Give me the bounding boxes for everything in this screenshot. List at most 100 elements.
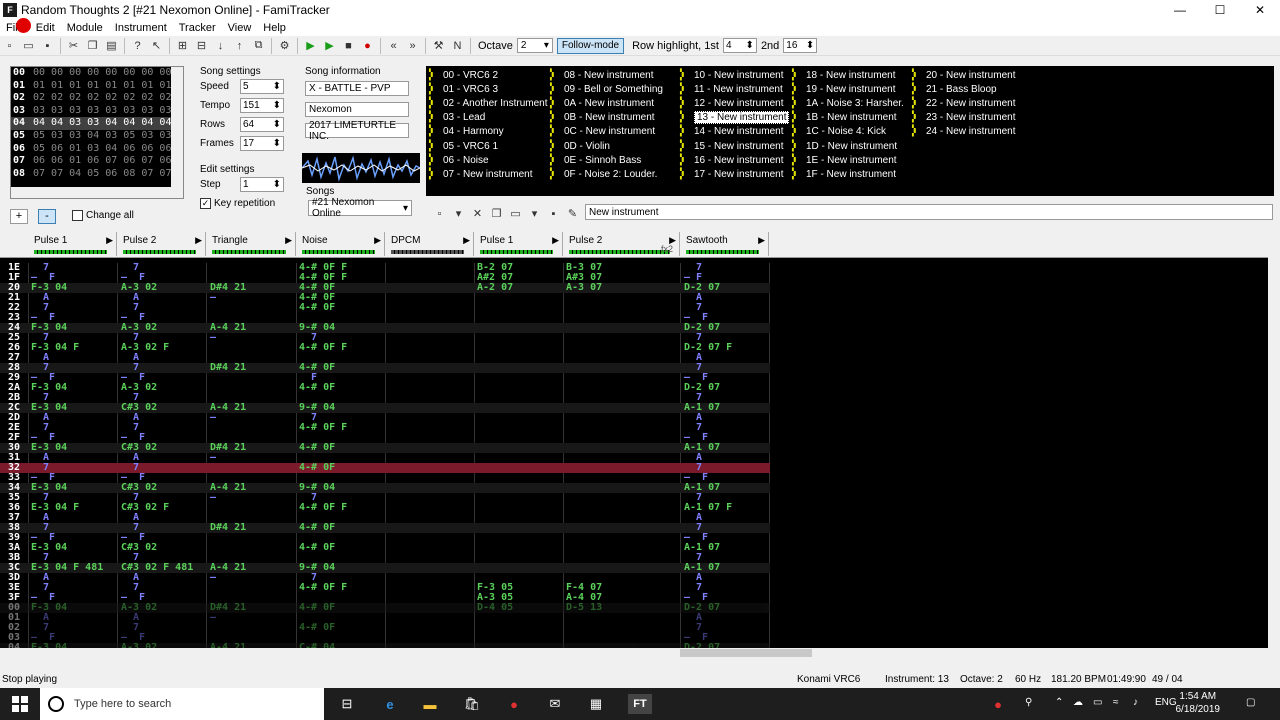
tray-app-icon[interactable]: ● — [988, 694, 1008, 714]
frame-row[interactable]: 04 04 04 03 03 04 04 04 04 — [11, 117, 183, 130]
pattern-cell[interactable]: 4-# 0F — [299, 383, 335, 393]
minimize-button[interactable]: — — [1160, 0, 1200, 20]
pattern-row[interactable]: 3D A A — 7 A — [0, 573, 770, 583]
pattern-row[interactable]: 26 F-3 04 F A-3 02 F 4-# 0F F D-2 07 F — [0, 343, 770, 353]
instrument-item[interactable]: ▚ ▞ 07 - New instrument — [429, 167, 532, 181]
instrument-item[interactable]: ▚ ▞ 1A - Noise 3: Harsher. — [792, 96, 904, 110]
pattern-row[interactable]: 00 F-3 04 A-3 02 D#4 21 4-# 0F D-4 05 D-5 13 D-… — [0, 603, 770, 613]
instrument-item[interactable]: ▚ ▞ 12 - New instrument — [680, 96, 783, 110]
export-nsf-icon[interactable]: N — [449, 37, 466, 54]
famitracker-taskbar-icon[interactable]: FT — [628, 694, 652, 714]
pattern-cell[interactable]: 4-# 0F — [299, 543, 335, 553]
frame-row[interactable]: 00 00 00 00 00 00 00 00 00 — [11, 67, 183, 80]
frames-spinner[interactable]: 17 ⬍ — [240, 136, 284, 151]
file-explorer-icon[interactable]: ▬ — [420, 694, 440, 714]
edit-instrument-icon[interactable]: ✎ — [564, 205, 581, 222]
pattern-row[interactable]: 29— F — F F — F — [0, 373, 770, 383]
save-icon[interactable]: ▪ — [39, 37, 56, 54]
instrument-item[interactable]: ▚ ▞ 13 - New instrument — [680, 111, 790, 125]
instrument-item[interactable]: ▚ ▞ 02 - Another Instrument — [429, 96, 548, 110]
pattern-row[interactable]: 37 A A A — [0, 513, 770, 523]
instrument-item[interactable]: ▚ ▞ 16 - New instrument — [680, 153, 783, 167]
onedrive-icon[interactable]: ☁ — [1073, 697, 1083, 708]
paste-icon[interactable]: ▤ — [103, 37, 120, 54]
instrument-item[interactable]: ▚ ▞ 1D - New instrument — [792, 139, 897, 153]
pattern-row[interactable]: 03— F — F — F — [0, 633, 770, 643]
octave-select[interactable]: 2 ▾ — [516, 38, 553, 53]
channel-header-item[interactable]: Noise ▶ — [296, 232, 385, 256]
pattern-row[interactable]: 3A E-3 04 C#3 02 4-# 0F A-1 07 — [0, 543, 770, 553]
pattern-row[interactable]: 38 7 7 D#4 21 4-# 0F 7 — [0, 523, 770, 533]
notifications-icon[interactable]: ▢ — [1246, 697, 1255, 708]
pattern-cell[interactable]: A-2 07 — [477, 283, 513, 293]
scroll-thumb[interactable] — [680, 649, 812, 657]
instrument-item[interactable]: ▚ ▞ 1F - New instrument — [792, 167, 896, 181]
pattern-cell[interactable]: 4-# 0F — [299, 603, 335, 613]
pattern-cell[interactable]: 4-# 0F — [299, 443, 335, 453]
pattern-row[interactable]: 3F — F — F A-3 05 A-4 07— F — [0, 593, 770, 603]
frame-row[interactable]: 05 05 03 03 04 03 05 03 03 — [11, 130, 183, 143]
frame-row[interactable]: 06 05 06 01 03 04 06 06 06 — [11, 143, 183, 156]
pattern-cell[interactable]: 4-# 0F — [299, 463, 335, 473]
pattern-row[interactable]: 22 7 7 4-# 0F 7 — [0, 303, 770, 313]
about-icon[interactable]: ? — [129, 37, 146, 54]
instrument-item[interactable]: ▚ ▞ 05 - VRC6 1 — [429, 139, 498, 153]
pattern-row[interactable]: 27 A A A — [0, 353, 770, 363]
artist-field[interactable]: Nexomon — [305, 102, 409, 117]
pattern-row[interactable]: 2E 7 7 4-# 0F F 7 — [0, 423, 770, 433]
expand-effects-icon[interactable]: ▶ — [552, 235, 559, 246]
maximize-button[interactable]: ☐ — [1200, 0, 1240, 20]
remove-frame-button[interactable]: - — [38, 209, 56, 224]
pattern-row[interactable]: 2F — F — F — F — [0, 433, 770, 443]
instrument-item[interactable]: ▚ ▞ 24 - New instrument — [912, 125, 1015, 139]
pattern-row[interactable]: 25 7 7— 7 7 — [0, 333, 770, 343]
pattern-row[interactable]: 2B 7 7 7 — [0, 393, 770, 403]
settings-icon[interactable]: ⚒ — [430, 37, 447, 54]
pattern-hscrollbar[interactable] — [0, 648, 1268, 658]
pattern-row[interactable]: 3C E-3 04 F 481 C#3 02 F 481 A-4 21 9-# 04 A-… — [0, 563, 770, 573]
pattern-cell[interactable]: 4-# 0F — [299, 623, 335, 633]
load-instrument-icon[interactable]: ▭ — [507, 205, 524, 222]
rows-spinner[interactable]: 64 ⬍ — [240, 117, 284, 132]
pattern-row[interactable]: 28 7 7 D#4 21 4-# 0F 7 — [0, 363, 770, 373]
instrument-item[interactable]: ▚ ▞ 01 - VRC6 3 — [429, 82, 498, 96]
tempo-spinner[interactable]: 151 ⬍ — [240, 98, 284, 113]
instrument-item[interactable]: ▚ ▞ 17 - New instrument — [680, 167, 783, 181]
pattern-cell[interactable]: — — [210, 613, 216, 623]
instrument-item[interactable]: ▚ ▞ 06 - Noise — [429, 153, 489, 167]
pattern-row[interactable]: 2D A A — 7 A — [0, 413, 770, 423]
frame-row[interactable]: 07 06 06 01 06 07 06 07 06 — [11, 155, 183, 168]
key-repetition-checkbox[interactable]: ✓ Key repetition — [200, 194, 290, 213]
pattern-cell[interactable]: — — [210, 293, 216, 303]
close-button[interactable]: ✕ — [1240, 0, 1280, 20]
edge-icon[interactable]: e — [380, 694, 400, 714]
pattern-cell[interactable]: D-4 05 — [477, 603, 513, 613]
pattern-cell[interactable]: 4-# 0F — [299, 523, 335, 533]
expand-effects-icon[interactable]: ▶ — [463, 235, 470, 246]
menu-instrument[interactable]: Instrument — [109, 20, 173, 36]
instrument-item[interactable]: ▚ ▞ 18 - New instrument — [792, 68, 895, 82]
song-name-field[interactable]: X - BATTLE - PVP — [305, 81, 409, 96]
help-pointer-icon[interactable]: ↖ — [148, 37, 165, 54]
instrument-item[interactable]: ▚ ▞ 1C - Noise 4: Kick — [792, 125, 886, 139]
pattern-cell[interactable]: — — [210, 493, 216, 503]
frame-row[interactable]: 02 02 02 02 02 02 02 02 02 — [11, 92, 183, 105]
battery-icon[interactable]: ▭ — [1093, 697, 1102, 708]
taskbar-search[interactable]: Type here to search — [40, 688, 324, 720]
speed-spinner[interactable]: 5 ⬍ — [240, 79, 284, 94]
pattern-row[interactable]: 3B 7 7 7 — [0, 553, 770, 563]
pattern-row[interactable]: 39— F — F — F — [0, 533, 770, 543]
expand-effects-icon[interactable]: ▶ — [285, 235, 292, 246]
clock[interactable]: 1:54 AM 6/18/2019 — [1176, 690, 1221, 716]
pattern-row[interactable]: 24 F-3 04 A-3 02 A-4 21 9-# 04 D-2 07 — [0, 323, 770, 333]
task-view-icon[interactable]: ⊟ — [337, 694, 357, 714]
instrument-item[interactable]: ▚ ▞ 14 - New instrument — [680, 125, 783, 139]
checkmark-icon[interactable]: ✓ — [200, 198, 211, 209]
frame-row[interactable]: 08 07 07 04 05 06 08 07 07 — [11, 168, 183, 181]
pattern-row[interactable]: 21 A A —4-# 0F A — [0, 293, 770, 303]
instrument-item[interactable]: ▚ ▞ 1B - New instrument — [792, 111, 897, 125]
dropdown-icon[interactable]: ▾ — [526, 205, 543, 222]
pattern-row[interactable]: 31 A A — A — [0, 453, 770, 463]
pattern-row[interactable]: 32 7 7 4-# 0F 7 — [0, 463, 770, 473]
channel-header-item[interactable]: Pulse 1 ▶ — [474, 232, 563, 256]
